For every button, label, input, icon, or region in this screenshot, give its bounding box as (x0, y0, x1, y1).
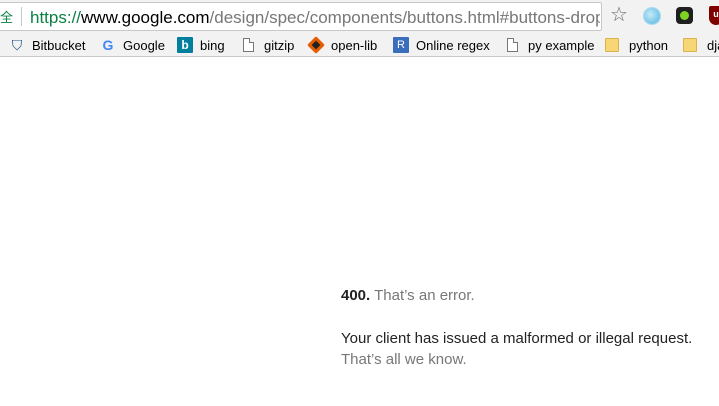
bookmark-django[interactable]: dja (683, 36, 719, 54)
openlib-icon (307, 36, 325, 54)
google-icon: G (102, 37, 114, 53)
bitbucket-icon: ⛉ (11, 37, 23, 53)
bookmark-open-lib[interactable]: open-lib (307, 36, 378, 54)
bookmark-label: py example (528, 37, 595, 53)
bookmark-label: open-lib (331, 37, 378, 53)
folder-icon (605, 38, 619, 52)
address-bar[interactable]: https://www.google.com/design/spec/compo… (0, 2, 602, 31)
bookmark-label: python (629, 37, 669, 53)
url-host: www.google.com (81, 8, 210, 27)
globe-extension-icon[interactable] (643, 7, 661, 25)
url-path: /design/spec/components/buttons.html#but… (209, 8, 600, 27)
error-headline: 400. That’s an error. (341, 286, 719, 306)
bing-icon: b (177, 37, 193, 53)
bookmark-label: dja (707, 37, 719, 53)
bookmark-bitbucket[interactable]: ⛉ Bitbucket (9, 36, 86, 54)
bookmark-label: Google (123, 37, 165, 53)
bookmark-google[interactable]: G Google (100, 36, 165, 54)
browser-toolbar: https://www.google.com/design/spec/compo… (0, 0, 719, 33)
page-icon (243, 38, 254, 52)
bookmark-label: Online regex (416, 37, 490, 53)
regex-icon: R (393, 37, 409, 53)
folder-icon (683, 38, 697, 52)
error-detail: Your client has issued a malformed or il… (341, 330, 693, 347)
shield-extension-icon[interactable]: u (709, 6, 719, 25)
error-code: 400. (341, 287, 371, 304)
address-divider (21, 7, 22, 26)
bookmark-online-regex[interactable]: R Online regex (393, 36, 490, 54)
bookmark-py-example[interactable]: py example (505, 36, 594, 54)
bookmark-bing[interactable]: b bing (177, 36, 225, 54)
page-icon (507, 38, 518, 52)
bookmark-label: Bitbucket (32, 37, 86, 53)
bookmark-python[interactable]: python (605, 36, 668, 54)
bookmark-label: bing (200, 37, 225, 53)
error-short: That’s an error. (374, 287, 475, 304)
green-dot-extension-icon[interactable] (676, 7, 693, 24)
star-icon[interactable]: ☆ (610, 5, 628, 25)
error-footer: That’s all we know. (341, 351, 467, 368)
bookmarks-bar: ⛉ Bitbucket G Google b bing gitzip open-… (0, 33, 719, 57)
url-text[interactable]: https://www.google.com/design/spec/compo… (30, 8, 600, 28)
bookmark-label: gitzip (264, 37, 295, 53)
url-scheme: https:// (30, 8, 82, 27)
error-message: 400. That’s an error. Your client has is… (341, 286, 719, 371)
secure-indicator[interactable]: 全 (0, 7, 13, 26)
bookmark-gitzip[interactable]: gitzip (241, 36, 294, 54)
